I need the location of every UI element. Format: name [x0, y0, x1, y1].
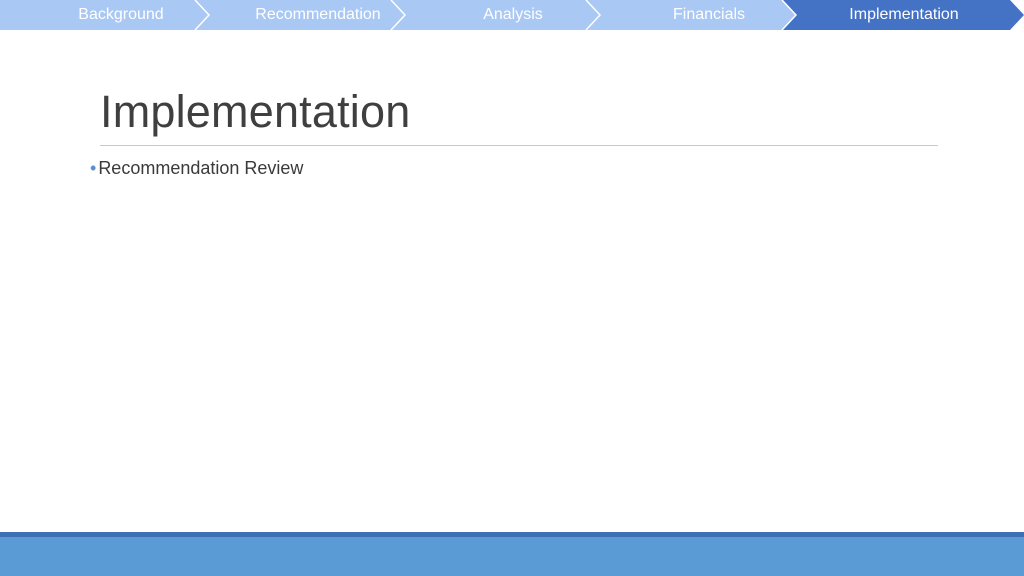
nav-item-recommendation[interactable]: Recommendation [218, 0, 418, 30]
slide-title: Implementation [100, 86, 411, 137]
nav-item-financials[interactable]: Financials [609, 0, 809, 30]
nav-item-background[interactable]: Background [22, 0, 220, 30]
bullet-text: Recommendation Review [98, 158, 304, 178]
bullet-list-item: • Recommendation Review [90, 158, 303, 179]
footer-band [0, 537, 1024, 576]
bullet-dot-icon: • [90, 158, 97, 178]
title-divider [100, 145, 938, 146]
nav-item-implementation[interactable]: Implementation [804, 0, 1004, 30]
section-navigation-bar: Background Recommendation Analysis Finan… [0, 0, 1024, 30]
nav-item-analysis[interactable]: Analysis [413, 0, 613, 30]
